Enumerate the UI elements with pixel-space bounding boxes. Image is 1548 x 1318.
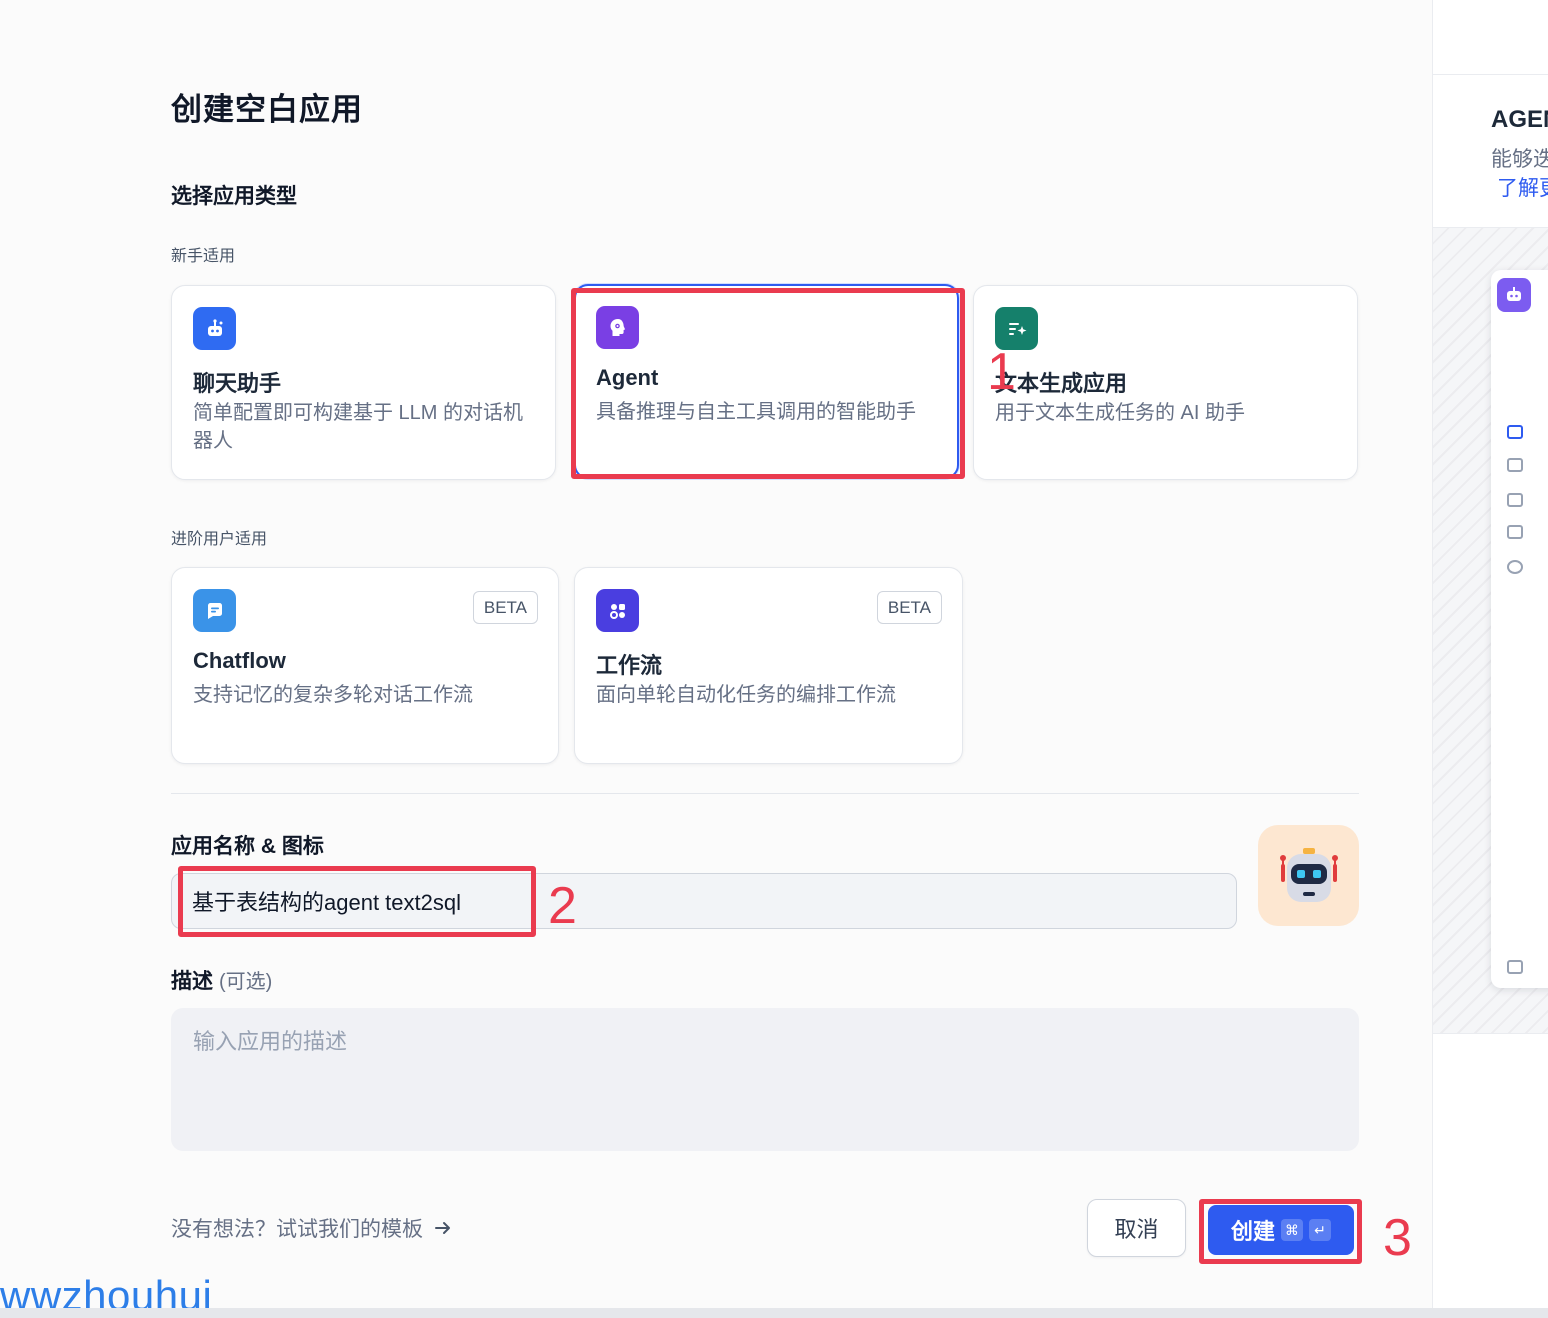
template-link-text: 没有想法？试试我们的模板	[171, 1218, 423, 1241]
app-type-card-chat[interactable]: 聊天助手 简单配置即可构建基于 LLM 的对话机器人	[171, 285, 556, 480]
app-name-input[interactable]	[171, 873, 1237, 929]
page-title: 创建空白应用	[171, 92, 363, 127]
app-type-card-chatflow[interactable]: BETA Chatflow 支持记忆的复杂多轮对话工作流	[171, 567, 559, 764]
preview-mock-app	[1491, 270, 1548, 988]
template-link[interactable]: 没有想法？试试我们的模板	[171, 1213, 453, 1243]
sidebar-icon-5	[1507, 560, 1523, 574]
description-label-text: 描述	[171, 970, 213, 993]
create-app-dialog: 创建空白应用 选择应用类型 新手适用 聊天助手 简单配置即可构建基于 LLM 的…	[0, 0, 1432, 1318]
app-type-card-workflow[interactable]: BETA 工作流 面向单轮自动化任务的编排工作流	[574, 567, 963, 764]
sidebar-icon-3	[1507, 493, 1523, 507]
app-type-preview-panel: AGENT 能够迭 了解更	[1432, 0, 1548, 1308]
chat-bot-icon	[193, 307, 236, 350]
optional-hint: (可选)	[219, 971, 273, 993]
sidebar-icon-2	[1507, 458, 1523, 472]
card-desc: 具备推理与自主工具调用的智能助手	[596, 401, 916, 423]
preview-canvas	[1433, 227, 1548, 1034]
preview-desc: 能够迭	[1491, 148, 1548, 171]
preview-title: AGENT	[1491, 106, 1548, 133]
card-title: Agent	[596, 365, 659, 390]
beta-badge: BETA	[876, 591, 942, 624]
sidebar-collapse-icon	[1507, 960, 1523, 974]
sidebar-icon-1	[1507, 425, 1523, 439]
description-label: 描述 (可选)	[171, 965, 272, 995]
app-type-card-agent[interactable]: Agent 具备推理与自主工具调用的智能助手	[574, 284, 959, 479]
app-type-section-title: 选择应用类型	[171, 185, 297, 208]
cancel-button[interactable]: 取消	[1087, 1199, 1186, 1257]
cmd-key-icon: ⌘	[1281, 1219, 1303, 1241]
annotation-number-2: 2	[548, 877, 577, 935]
arrow-right-icon	[435, 1222, 450, 1234]
card-desc: 支持记忆的复杂多轮对话工作流	[193, 684, 473, 706]
description-textarea[interactable]	[171, 1008, 1359, 1151]
app-name-label: 应用名称 & 图标	[171, 835, 324, 858]
create-button[interactable]: 创建 ⌘ ↵	[1208, 1205, 1354, 1255]
annotation-number-1: 1	[987, 343, 1016, 401]
advanced-group-label: 进阶用户适用	[171, 531, 268, 548]
card-desc: 面向单轮自动化任务的编排工作流	[596, 684, 896, 706]
learn-more-link[interactable]: 了解更	[1497, 172, 1548, 202]
bot-icon	[1497, 278, 1531, 312]
card-desc: 用于文本生成任务的 AI 助手	[995, 402, 1246, 424]
annotation-number-3: 3	[1383, 1209, 1412, 1267]
card-title: 工作流	[596, 653, 663, 678]
enter-key-icon: ↵	[1309, 1219, 1331, 1241]
chatflow-icon	[193, 589, 236, 632]
section-divider	[171, 793, 1359, 794]
beta-badge: BETA	[472, 591, 538, 624]
bottom-bar	[0, 1308, 1548, 1318]
panel-divider	[1433, 74, 1548, 75]
sidebar-icon-4	[1507, 525, 1523, 539]
app-type-card-completion[interactable]: 文本生成应用 用于文本生成任务的 AI 助手	[973, 285, 1358, 480]
robot-avatar-icon[interactable]	[1258, 825, 1359, 926]
card-desc: 简单配置即可构建基于 LLM 的对话机器人	[193, 402, 524, 452]
workflow-icon	[596, 589, 639, 632]
card-title: Chatflow	[193, 648, 286, 673]
agent-brain-icon	[596, 306, 639, 349]
beginner-group-label: 新手适用	[171, 248, 236, 265]
create-button-label: 创建	[1230, 1219, 1275, 1244]
card-title: 聊天助手	[193, 371, 282, 396]
